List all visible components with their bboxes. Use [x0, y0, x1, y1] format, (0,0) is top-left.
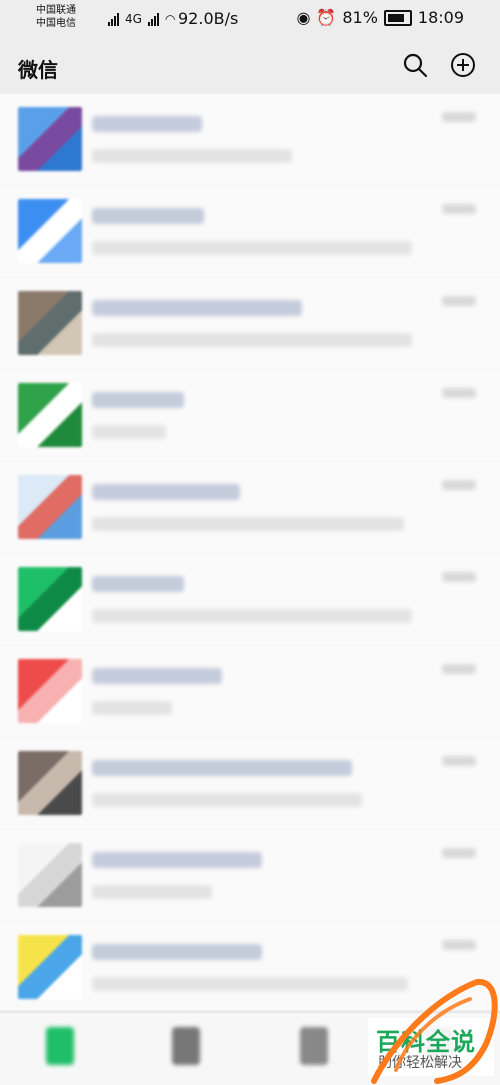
carrier-labels: 中国联通 中国电信: [36, 5, 76, 29]
chat-title-placeholder: [92, 208, 204, 224]
chat-time-placeholder: [442, 112, 476, 122]
chat-title-placeholder: [92, 668, 222, 684]
chat-title-placeholder: [92, 392, 184, 408]
avatar: [18, 107, 82, 171]
avatar: [18, 567, 82, 631]
chat-row[interactable]: [0, 738, 500, 828]
clock-time: 18:09: [417, 8, 464, 27]
chat-row[interactable]: [0, 646, 500, 736]
avatar: [18, 199, 82, 263]
status-icons: ◉ ⏰ 81% 18:09: [296, 8, 464, 27]
chat-preview-placeholder: [92, 333, 412, 347]
chat-row[interactable]: [0, 370, 500, 460]
chat-row[interactable]: [0, 830, 500, 920]
chat-title-placeholder: [92, 300, 302, 316]
chat-row[interactable]: [0, 922, 500, 1010]
chat-preview-placeholder: [92, 517, 404, 531]
page-title: 微信: [18, 58, 58, 82]
avatar: [18, 659, 82, 723]
avatar: [18, 843, 82, 907]
chat-preview-placeholder: [92, 977, 408, 991]
contacts-icon: [172, 1027, 200, 1065]
plus-circle-icon: [451, 53, 475, 77]
chat-title-placeholder: [92, 576, 184, 592]
chat-row[interactable]: [0, 186, 500, 276]
chat-time-placeholder: [442, 204, 476, 214]
chat-preview-placeholder: [92, 149, 292, 163]
chat-title-placeholder: [92, 760, 352, 776]
chat-preview-placeholder: [92, 885, 212, 899]
chats-tab[interactable]: [38, 1021, 84, 1073]
chat-time-placeholder: [442, 940, 476, 950]
battery-icon: [383, 9, 412, 26]
avatar: [18, 751, 82, 815]
signal-icon: [108, 13, 119, 26]
signal-indicators: 4G ◠: [108, 12, 175, 26]
avatar: [18, 291, 82, 355]
alarm-icon: ⏰: [316, 8, 337, 27]
add-button[interactable]: [448, 50, 478, 80]
eye-icon: ◉: [296, 8, 311, 27]
chat-preview-placeholder: [92, 241, 412, 255]
network-type: 4G: [125, 12, 142, 26]
avatar: [18, 935, 82, 999]
chat-time-placeholder: [442, 388, 476, 398]
chat-time-placeholder: [442, 756, 476, 766]
search-button[interactable]: [400, 50, 430, 80]
avatar: [18, 383, 82, 447]
chat-row[interactable]: [0, 554, 500, 644]
chat-time-placeholder: [442, 296, 476, 306]
chat-list[interactable]: [0, 94, 500, 1010]
contacts-tab[interactable]: [164, 1021, 210, 1073]
signal-icon: [147, 13, 159, 26]
chat-preview-placeholder: [92, 609, 412, 623]
chat-title-placeholder: [92, 944, 262, 960]
chat-row[interactable]: [0, 278, 500, 368]
network-speed: 92.0B/s: [178, 9, 239, 28]
chat-row[interactable]: [0, 462, 500, 552]
watermark: 百科全说 助你轻松解决: [368, 1018, 494, 1076]
chats-icon: [46, 1027, 74, 1065]
discover-icon: [300, 1027, 328, 1065]
search-icon: [403, 53, 428, 78]
battery-percent: 81%: [342, 8, 378, 27]
chat-time-placeholder: [442, 664, 476, 674]
discover-tab[interactable]: [292, 1021, 338, 1073]
chat-time-placeholder: [442, 848, 476, 858]
watermark-subtitle: 助你轻松解决: [378, 1055, 462, 1071]
app-header: 微信: [0, 36, 500, 94]
status-bar: 中国联通 中国电信 4G ◠ 92.0B/s ◉ ⏰ 81% 18:09: [0, 0, 500, 36]
chat-time-placeholder: [442, 480, 476, 490]
chat-preview-placeholder: [92, 793, 362, 807]
chat-time-placeholder: [442, 572, 476, 582]
chat-title-placeholder: [92, 852, 262, 868]
chat-row[interactable]: [0, 94, 500, 184]
chat-preview-placeholder: [92, 425, 166, 439]
chat-title-placeholder: [92, 484, 240, 500]
chat-preview-placeholder: [92, 701, 172, 715]
wifi-icon: ◠: [164, 12, 176, 26]
chat-title-placeholder: [92, 116, 202, 132]
avatar: [18, 475, 82, 539]
